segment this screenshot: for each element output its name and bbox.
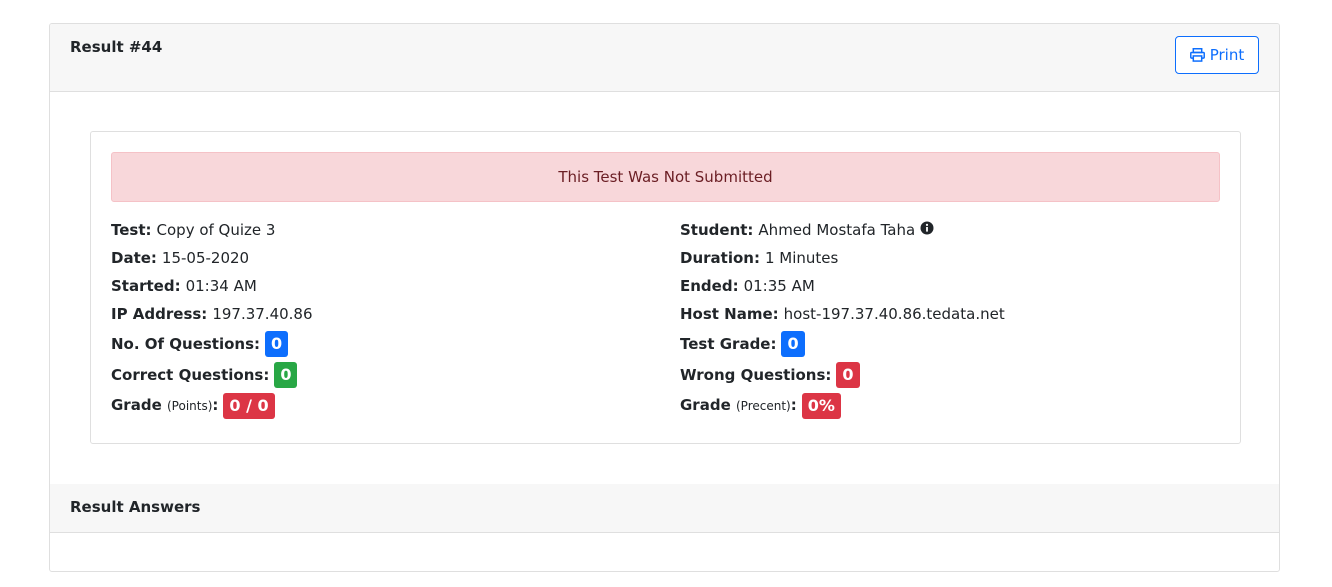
ended-row: Ended: 01:35 AM — [680, 272, 1005, 300]
duration-label: Duration: — [680, 249, 760, 267]
correct-count-badge: 0 — [274, 361, 298, 388]
test-row: Test: Copy of Quize 3 — [111, 216, 313, 244]
details-left-column: Test: Copy of Quize 3 Date: 15-05-2020 S… — [111, 216, 313, 421]
started-value: 01:34 AM — [185, 277, 257, 295]
test-value: Copy of Quize 3 — [156, 221, 276, 239]
date-label: Date: — [111, 249, 157, 267]
grade-points-label-text: Grade — [111, 396, 162, 414]
wrong-row: Wrong Questions: 0 — [680, 359, 1005, 390]
student-row: Student: Ahmed Mostafa Taha — [680, 216, 1005, 244]
grade-points-sub: (Points) — [166, 399, 213, 413]
print-button-label: Print — [1209, 46, 1245, 64]
grade-percent-label-text: Grade — [680, 396, 731, 414]
info-circle-icon[interactable] — [920, 216, 934, 244]
wrong-label: Wrong Questions: — [680, 365, 832, 384]
print-button[interactable]: Print — [1175, 36, 1259, 74]
student-value: Ahmed Mostafa Taha — [758, 221, 916, 239]
test-label: Test: — [111, 221, 152, 239]
date-row: Date: 15-05-2020 — [111, 244, 313, 272]
result-summary-panel: This Test Was Not Submitted Test: Copy o… — [90, 131, 1241, 444]
grade-points-badge: 0 / 0 — [223, 392, 275, 419]
test-grade-row: Test Grade: 0 — [680, 328, 1005, 359]
questions-label: No. Of Questions: — [111, 334, 261, 353]
started-row: Started: 01:34 AM — [111, 272, 313, 300]
ip-row: IP Address: 197.37.40.86 — [111, 300, 313, 328]
grade-percent-row: Grade (Precent): 0% — [680, 390, 1005, 421]
test-grade-label: Test Grade: — [680, 334, 777, 353]
started-label: Started: — [111, 277, 181, 295]
correct-row: Correct Questions: 0 — [111, 359, 313, 390]
questions-row: No. Of Questions: 0 — [111, 328, 313, 359]
result-answers-title: Result Answers — [70, 498, 201, 516]
duration-value: 1 Minutes — [764, 249, 839, 267]
host-label: Host Name: — [680, 305, 779, 323]
grade-percent-badge: 0% — [801, 392, 841, 419]
duration-row: Duration: 1 Minutes — [680, 244, 1005, 272]
grade-percent-label: Grade (Precent): — [680, 396, 797, 414]
details-right-column: Student: Ahmed Mostafa Taha Duration: 1 … — [680, 216, 1005, 421]
host-row: Host Name: host-197.37.40.86.tedata.net — [680, 300, 1005, 328]
grade-points-row: Grade (Points): 0 / 0 — [111, 390, 313, 421]
not-submitted-alert: This Test Was Not Submitted — [111, 152, 1220, 202]
ended-value: 01:35 AM — [743, 277, 815, 295]
result-card: Result #44 Print This Test Was Not Submi… — [49, 23, 1280, 572]
date-value: 15-05-2020 — [161, 249, 250, 267]
correct-label: Correct Questions: — [111, 365, 270, 384]
page-title: Result #44 — [70, 38, 163, 56]
ip-value: 197.37.40.86 — [212, 305, 313, 323]
ended-label: Ended: — [680, 277, 739, 295]
ip-label: IP Address: — [111, 305, 208, 323]
alert-message: This Test Was Not Submitted — [558, 168, 773, 186]
wrong-count-badge: 0 — [836, 361, 860, 388]
test-grade-badge: 0 — [781, 330, 805, 357]
printer-icon — [1189, 48, 1205, 62]
grade-points-label: Grade (Points): — [111, 396, 219, 414]
result-card-header: Result #44 Print — [50, 24, 1279, 92]
student-label: Student: — [680, 221, 754, 239]
result-answers-header: Result Answers — [50, 484, 1279, 533]
grade-percent-sub: (Precent) — [735, 399, 791, 413]
questions-count-badge: 0 — [265, 330, 289, 357]
host-value: host-197.37.40.86.tedata.net — [783, 305, 1005, 323]
